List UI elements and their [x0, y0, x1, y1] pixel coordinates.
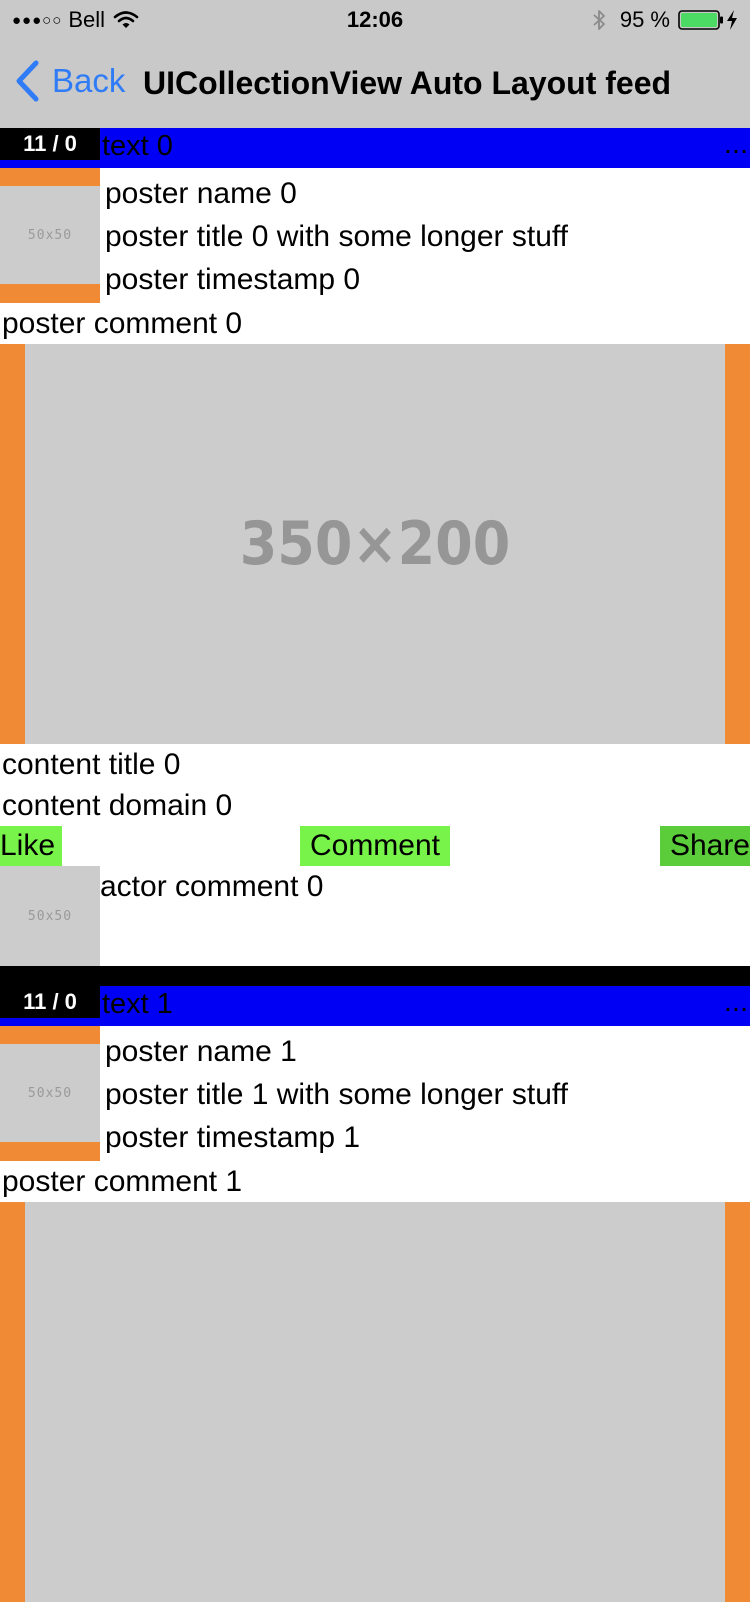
header-text: text 0	[102, 130, 173, 162]
actions-row: Like Comment Share	[0, 826, 750, 866]
actor-comment: actor comment 0	[100, 870, 324, 903]
battery-percent: 95 %	[619, 7, 670, 32]
poster-name[interactable]: poster name 0	[105, 172, 568, 215]
actor-row: 50x50 actor comment 0	[0, 866, 750, 966]
content-image-frame[interactable]	[0, 1202, 750, 1602]
cell-header: 11 / 0 text 0 ...	[0, 128, 750, 168]
actor-avatar-placeholder-text: 50x50	[27, 908, 73, 924]
poster-avatar[interactable]: 50x50	[0, 168, 100, 303]
feed-cell[interactable]: 11 / 0 text 1 ... 50x50 poster name 1 po…	[0, 986, 750, 1602]
battery-icon	[678, 10, 723, 30]
poster-name[interactable]: poster name 1	[105, 1030, 568, 1073]
content-domain: content domain 0	[2, 789, 233, 822]
poster-comment: poster comment 0	[2, 307, 243, 340]
content-image	[25, 1202, 725, 1602]
poster-timestamp: poster timestamp 1	[105, 1121, 361, 1154]
more-button[interactable]: ...	[724, 986, 748, 1019]
feed-cell[interactable]: 11 / 0 text 0 ... 50x50 poster name 0 po…	[0, 128, 750, 966]
avatar-image: 50x50	[0, 186, 100, 284]
avatar-placeholder-text: 50x50	[27, 227, 73, 243]
counter-badge: 11 / 0	[0, 986, 100, 1018]
like-button[interactable]: Like	[0, 826, 62, 866]
poster-title: poster title 1 with some longer stuff	[105, 1078, 569, 1111]
actor-avatar[interactable]: 50x50	[0, 866, 100, 966]
content-image-frame[interactable]: 350×200	[0, 344, 750, 744]
poster-row: 50x50 poster name 0 poster title 0 with …	[0, 168, 750, 303]
poster-title: poster title 0 with some longer stuff	[105, 220, 569, 253]
feed-collection[interactable]: 11 / 0 text 0 ... 50x50 poster name 0 po…	[0, 128, 750, 1602]
poster-timestamp: poster timestamp 0	[105, 263, 361, 296]
charging-bolt-icon	[727, 10, 737, 30]
back-chevron-icon	[16, 60, 39, 102]
back-label: Back	[52, 62, 126, 99]
cell-separator	[0, 966, 750, 986]
poster-avatar[interactable]: 50x50	[0, 1026, 100, 1161]
poster-info: poster name 0 poster title 0 with some l…	[105, 172, 568, 301]
poster-info: poster name 1 poster title 1 with some l…	[105, 1030, 568, 1159]
poster-row: 50x50 poster name 1 poster title 1 with …	[0, 1026, 750, 1161]
back-button[interactable]: Back	[14, 60, 125, 102]
counter-badge: 11 / 0	[0, 128, 100, 160]
page-title: UICollectionView Auto Layout feed	[143, 65, 672, 101]
navigation-bar: Back UICollectionView Auto Layout feed	[0, 40, 750, 128]
cell-header: 11 / 0 text 1 ...	[0, 986, 750, 1026]
status-right: 95 %	[592, 7, 738, 33]
header-text: text 1	[102, 988, 173, 1020]
status-bar: ●●●○○ Bell 12:06 95 %	[0, 0, 750, 40]
content-title[interactable]: content title 0	[0, 744, 750, 785]
share-button[interactable]: Share	[660, 826, 750, 866]
avatar-placeholder-text: 50x50	[27, 1085, 73, 1101]
content-image: 350×200	[25, 344, 725, 744]
content-image-placeholder-text: 350×200	[239, 509, 511, 579]
bluetooth-icon	[593, 10, 605, 30]
avatar-image: 50x50	[0, 1044, 100, 1142]
comment-button[interactable]: Comment	[300, 826, 450, 866]
more-button[interactable]: ...	[724, 128, 748, 161]
poster-comment: poster comment 1	[2, 1165, 243, 1198]
